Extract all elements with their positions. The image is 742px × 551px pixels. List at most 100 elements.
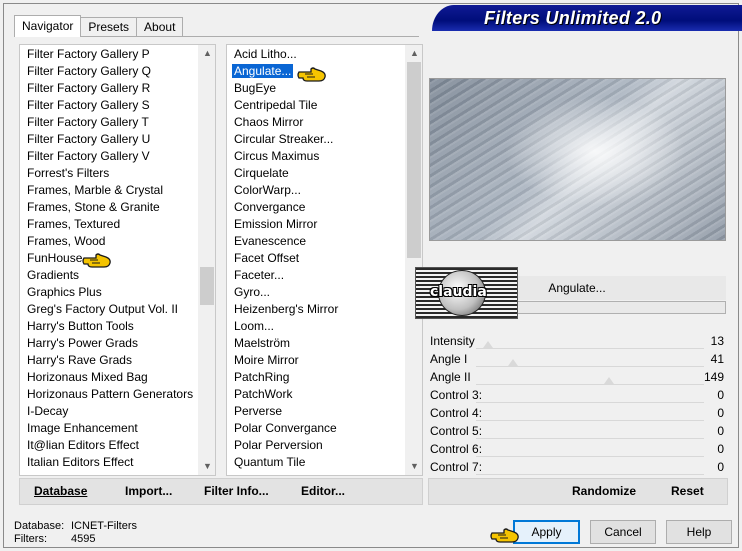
category-scrollbar[interactable]: ▲ ▼	[198, 45, 215, 475]
category-list-item[interactable]: Filter Factory Gallery S	[20, 97, 198, 114]
category-list-item[interactable]: Harry's Power Grads	[20, 335, 198, 352]
category-list-item[interactable]: Harry's Rave Grads	[20, 352, 198, 369]
scroll-up-arrow-icon[interactable]: ▲	[406, 45, 422, 62]
filter-list-item[interactable]: PatchRing	[227, 369, 405, 386]
slider-thumb[interactable]	[604, 377, 615, 384]
slider-control[interactable]: Control 3: 0	[428, 386, 726, 404]
category-list-item[interactable]: Frames, Stone & Granite	[20, 199, 198, 216]
filter-list-item[interactable]: Quantum Tile	[227, 454, 405, 471]
filter-scroll-thumb[interactable]	[407, 62, 421, 258]
category-list-item-label: Frames, Wood	[27, 234, 106, 248]
filter-list-item[interactable]: Evanescence	[227, 233, 405, 250]
database-button[interactable]: Database	[34, 484, 87, 498]
category-list-item[interactable]: Graphics Plus	[20, 284, 198, 301]
status-filters: Filters: 4595	[14, 533, 95, 545]
filter-list-item-label: Faceter...	[234, 268, 285, 282]
filter-list-item[interactable]: Circular Streaker...	[227, 131, 405, 148]
editor-button[interactable]: Editor...	[301, 484, 345, 498]
filter-list-item-label: Perverse	[234, 404, 283, 418]
category-list-item[interactable]: Frames, Wood	[20, 233, 198, 250]
filter-list-item[interactable]: Faceter...	[227, 267, 405, 284]
filter-list-item[interactable]: PatchWork	[227, 386, 405, 403]
category-list-item[interactable]: Gradients	[20, 267, 198, 284]
filter-list-item[interactable]: Emission Mirror	[227, 216, 405, 233]
filter-list-item[interactable]: Heizenberg's Mirror	[227, 301, 405, 318]
slider-control[interactable]: Control 4: 0	[428, 404, 726, 422]
pointing-hand-icon	[297, 67, 326, 82]
category-list-item[interactable]: It@lian Editors Effect	[20, 437, 198, 454]
category-list-item[interactable]: Filter Factory Gallery U	[20, 131, 198, 148]
slider-control[interactable]: Control 5: 0	[428, 422, 726, 440]
slider-thumb[interactable]	[507, 359, 518, 366]
filter-list-item[interactable]: Centripedal Tile	[227, 97, 405, 114]
category-list-item[interactable]: Filter Factory Gallery T	[20, 114, 198, 131]
slider-control[interactable]: Angle I 41	[428, 350, 726, 368]
category-list-item[interactable]: Horizonaus Mixed Bag	[20, 369, 198, 386]
slider-track[interactable]	[476, 348, 704, 349]
category-list-item[interactable]: Greg's Factory Output Vol. II	[20, 301, 198, 318]
category-list-item[interactable]: Image Enhancement	[20, 420, 198, 437]
help-button[interactable]: Help	[666, 520, 732, 544]
slider-track[interactable]	[476, 420, 704, 421]
slider-label: Control 6:	[430, 442, 483, 456]
filter-list-item[interactable]: Perverse	[227, 403, 405, 420]
tab-about[interactable]: About	[136, 17, 184, 37]
slider-control[interactable]: Angle II 149	[428, 368, 726, 386]
filter-list-item[interactable]: Facet Offset	[227, 250, 405, 267]
category-list-item[interactable]: Forrest's Filters	[20, 165, 198, 182]
filter-list[interactable]: Acid Litho... Angulate... BugEye Centripeda…	[226, 44, 423, 476]
filter-info-button[interactable]: Filter Info...	[204, 484, 269, 498]
slider-track[interactable]	[476, 384, 704, 385]
filter-list-item[interactable]: Moire Mirror	[227, 352, 405, 369]
randomize-button[interactable]: Randomize	[572, 484, 636, 498]
slider-track[interactable]	[476, 474, 704, 475]
category-list-item[interactable]: Frames, Textured	[20, 216, 198, 233]
category-list-item[interactable]: Italian Editors Effect	[20, 454, 198, 471]
slider-thumb[interactable]	[482, 341, 493, 348]
filter-list-item[interactable]: Polar Convergance	[227, 420, 405, 437]
slider-track[interactable]	[476, 456, 704, 457]
filter-list-item[interactable]: Maelström	[227, 335, 405, 352]
tab-navigator[interactable]: Navigator	[14, 15, 82, 37]
category-list-item-label: Image Enhancement	[27, 421, 138, 435]
slider-value: 0	[717, 388, 724, 402]
right-button-bar: Randomize Reset	[428, 478, 728, 505]
slider-track[interactable]	[476, 438, 704, 439]
category-list-item-label: FunHouse	[27, 251, 83, 265]
category-list-item[interactable]: Filter Factory Gallery R	[20, 80, 198, 97]
category-list-item[interactable]: Filter Factory Gallery V	[20, 148, 198, 165]
filter-scrollbar[interactable]: ▲ ▼	[405, 45, 422, 475]
filter-list-item[interactable]: Chaos Mirror	[227, 114, 405, 131]
filter-list-item[interactable]: Loom...	[227, 318, 405, 335]
category-list[interactable]: Filter Factory Gallery P Filter Factory G…	[19, 44, 216, 476]
filter-list-item[interactable]: Circus Maximus	[227, 148, 405, 165]
filter-list-item[interactable]: Polar Perversion	[227, 437, 405, 454]
category-list-item[interactable]: I-Decay	[20, 403, 198, 420]
scroll-down-arrow-icon[interactable]: ▼	[199, 458, 215, 475]
category-list-item[interactable]: Harry's Button Tools	[20, 318, 198, 335]
tab-presets[interactable]: Presets	[80, 17, 138, 37]
filter-list-item[interactable]: ColorWarp...	[227, 182, 405, 199]
slider-control[interactable]: Control 7: 0	[428, 458, 726, 476]
apply-button[interactable]: Apply	[513, 520, 580, 544]
import-button[interactable]: Import...	[125, 484, 172, 498]
slider-track[interactable]	[476, 402, 704, 403]
filter-list-item[interactable]: Gyro...	[227, 284, 405, 301]
slider-track[interactable]	[476, 366, 704, 367]
scroll-up-arrow-icon[interactable]: ▲	[199, 45, 215, 62]
scroll-down-arrow-icon[interactable]: ▼	[406, 458, 422, 475]
slider-control[interactable]: Control 6: 0	[428, 440, 726, 458]
cancel-button[interactable]: Cancel	[590, 520, 656, 544]
category-list-item[interactable]: Filter Factory Gallery Q	[20, 63, 198, 80]
category-list-item[interactable]: Horizonaus Pattern Generators	[20, 386, 198, 403]
slider-control[interactable]: Intensity 13	[428, 332, 726, 350]
category-list-item[interactable]: Frames, Marble & Crystal	[20, 182, 198, 199]
filter-list-item[interactable]: Cirquelate	[227, 165, 405, 182]
filter-list-items: Acid Litho... Angulate... BugEye Centripeda…	[227, 45, 405, 475]
filter-list-item[interactable]: Convergance	[227, 199, 405, 216]
reset-button[interactable]: Reset	[671, 484, 704, 498]
category-list-item-label: Harry's Power Grads	[27, 336, 138, 350]
category-list-item[interactable]: Filter Factory Gallery P	[20, 46, 198, 63]
category-scroll-thumb[interactable]	[200, 267, 214, 305]
filter-list-item[interactable]: Acid Litho...	[227, 46, 405, 63]
